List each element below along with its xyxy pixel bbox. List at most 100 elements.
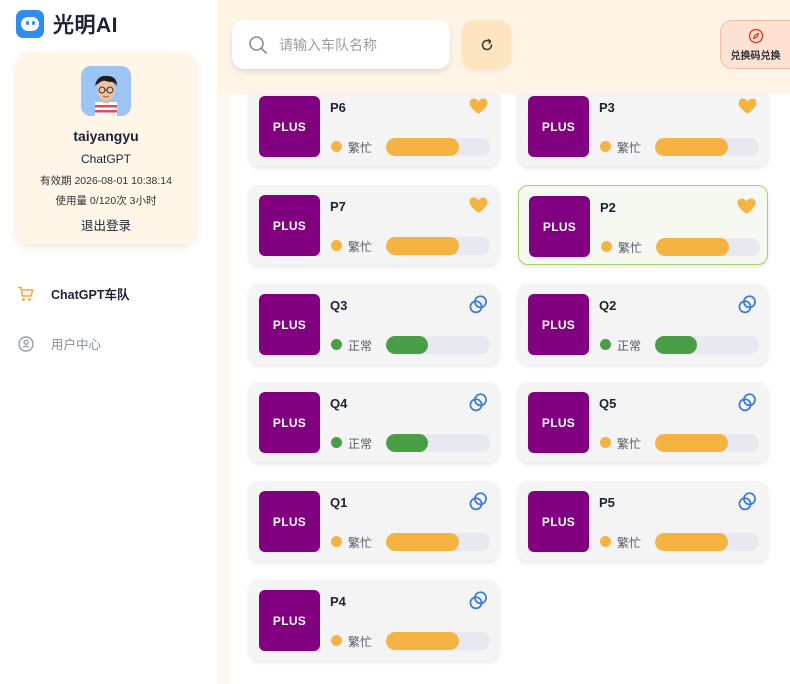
- status-text: 繁忙: [617, 437, 642, 451]
- status-dot: [331, 240, 342, 251]
- load-bar: [386, 336, 490, 354]
- status-dot: [331, 536, 342, 547]
- status-text: 正常: [617, 339, 642, 353]
- team-card[interactable]: PLUS Q5 繁忙: [518, 382, 768, 462]
- load-bar-fill: [655, 138, 728, 156]
- plan-badge: PLUS: [259, 491, 320, 552]
- status-text: 繁忙: [617, 536, 642, 550]
- plan-badge: PLUS: [528, 294, 589, 355]
- plan-badge: PLUS: [259, 294, 320, 355]
- link-icon[interactable]: [737, 294, 758, 315]
- team-name: Q4: [330, 396, 348, 411]
- cart-icon: [17, 285, 35, 303]
- heart-icon[interactable]: [736, 196, 757, 217]
- load-bar-fill: [386, 632, 459, 650]
- heart-icon[interactable]: [737, 96, 758, 117]
- team-card[interactable]: PLUS P5 繁忙: [518, 481, 768, 561]
- status-text: 正常: [348, 437, 373, 451]
- team-card[interactable]: PLUS P2 繁忙: [518, 185, 768, 265]
- status-dot: [331, 339, 342, 350]
- load-bar: [386, 533, 490, 551]
- team-card[interactable]: PLUS Q1 繁忙: [249, 481, 499, 561]
- team-card[interactable]: PLUS P4 繁忙: [249, 580, 499, 660]
- team-name: Q1: [330, 495, 348, 510]
- link-icon[interactable]: [737, 392, 758, 413]
- status-dot: [601, 241, 612, 252]
- load-bar-fill: [656, 238, 729, 256]
- heart-icon[interactable]: [468, 195, 489, 216]
- plan-badge: PLUS: [529, 196, 590, 257]
- team-name: P4: [330, 594, 346, 609]
- team-name: Q3: [330, 298, 348, 313]
- team-grid: PLUS P6 繁忙 PLUS P3 繁忙 PLUS P7 繁忙 PLUS P2 繁忙 PLUS Q3 正常…: [231, 94, 790, 684]
- load-bar-fill: [655, 533, 728, 551]
- team-card[interactable]: PLUS P7 繁忙: [249, 185, 499, 265]
- nav-label: 用户中心: [51, 338, 102, 352]
- team-name: P7: [330, 199, 346, 214]
- load-bar-fill: [386, 434, 428, 452]
- load-bar: [655, 533, 759, 551]
- team-card[interactable]: PLUS Q2 正常: [518, 284, 768, 364]
- status-dot: [600, 536, 611, 547]
- link-icon[interactable]: [468, 491, 489, 512]
- redeem-code-button[interactable]: 兑换码兑换: [720, 20, 790, 69]
- load-bar: [386, 434, 490, 452]
- search-icon: [249, 35, 267, 54]
- plan-badge: PLUS: [259, 392, 320, 453]
- user-name: taiyangyu: [73, 128, 139, 144]
- load-bar: [655, 138, 759, 156]
- load-bar-fill: [386, 336, 428, 354]
- refresh-icon: [481, 38, 492, 50]
- brand[interactable]: 光明AI: [16, 9, 118, 39]
- team-name: P6: [330, 100, 346, 115]
- user-plan: ChatGPT: [80, 152, 131, 166]
- load-bar-fill: [386, 237, 459, 255]
- load-bar: [386, 632, 490, 650]
- refresh-button[interactable]: [462, 20, 511, 69]
- status-dot: [331, 635, 342, 646]
- load-bar: [655, 336, 759, 354]
- plan-badge: PLUS: [259, 590, 320, 651]
- search-box[interactable]: [232, 20, 450, 69]
- top-header: 兑换码兑换: [217, 0, 790, 94]
- team-card[interactable]: PLUS P6 繁忙: [249, 94, 499, 166]
- team-name: Q2: [599, 298, 617, 313]
- link-icon[interactable]: [468, 294, 489, 315]
- load-bar-fill: [655, 336, 697, 354]
- plan-badge: PLUS: [528, 491, 589, 552]
- team-name: Q5: [599, 396, 617, 411]
- robot-logo-icon: [16, 10, 44, 38]
- team-name: P3: [599, 100, 615, 115]
- redeem-label: 兑换码兑换: [730, 50, 781, 62]
- search-input[interactable]: [279, 36, 439, 53]
- load-bar: [655, 434, 759, 452]
- team-card[interactable]: PLUS Q3 正常: [249, 284, 499, 364]
- status-text: 繁忙: [617, 141, 642, 155]
- link-icon[interactable]: [468, 392, 489, 413]
- plan-badge: PLUS: [259, 195, 320, 256]
- team-name: P2: [600, 200, 616, 215]
- plan-badge: PLUS: [528, 96, 589, 157]
- plan-badge: PLUS: [259, 96, 320, 157]
- team-card[interactable]: PLUS Q4 正常: [249, 382, 499, 462]
- team-card[interactable]: PLUS P3 繁忙: [518, 94, 768, 166]
- load-bar: [386, 138, 490, 156]
- heart-icon[interactable]: [468, 96, 489, 117]
- link-icon[interactable]: [468, 590, 489, 611]
- status-text: 繁忙: [348, 635, 373, 649]
- status-text: 繁忙: [348, 240, 373, 254]
- status-text: 繁忙: [348, 141, 373, 155]
- load-bar: [656, 238, 760, 256]
- logout-button[interactable]: 退出登录: [16, 215, 196, 234]
- link-icon[interactable]: [737, 491, 758, 512]
- nav-item-user-center[interactable]: 用户中心: [17, 334, 101, 353]
- brand-title: 光明AI: [53, 14, 118, 37]
- user-usage: 使用量 0/120次 3小时: [55, 195, 157, 207]
- user-card: taiyangyu ChatGPT 有效期 2026-08-01 10:38:1…: [16, 52, 196, 244]
- status-text: 正常: [348, 339, 373, 353]
- nav-item-chatgpt-fleet[interactable]: ChatGPT车队: [17, 284, 129, 303]
- status-dot: [331, 437, 342, 448]
- status-dot: [600, 141, 611, 152]
- nav-label: ChatGPT车队: [51, 288, 130, 302]
- status-text: 繁忙: [348, 536, 373, 550]
